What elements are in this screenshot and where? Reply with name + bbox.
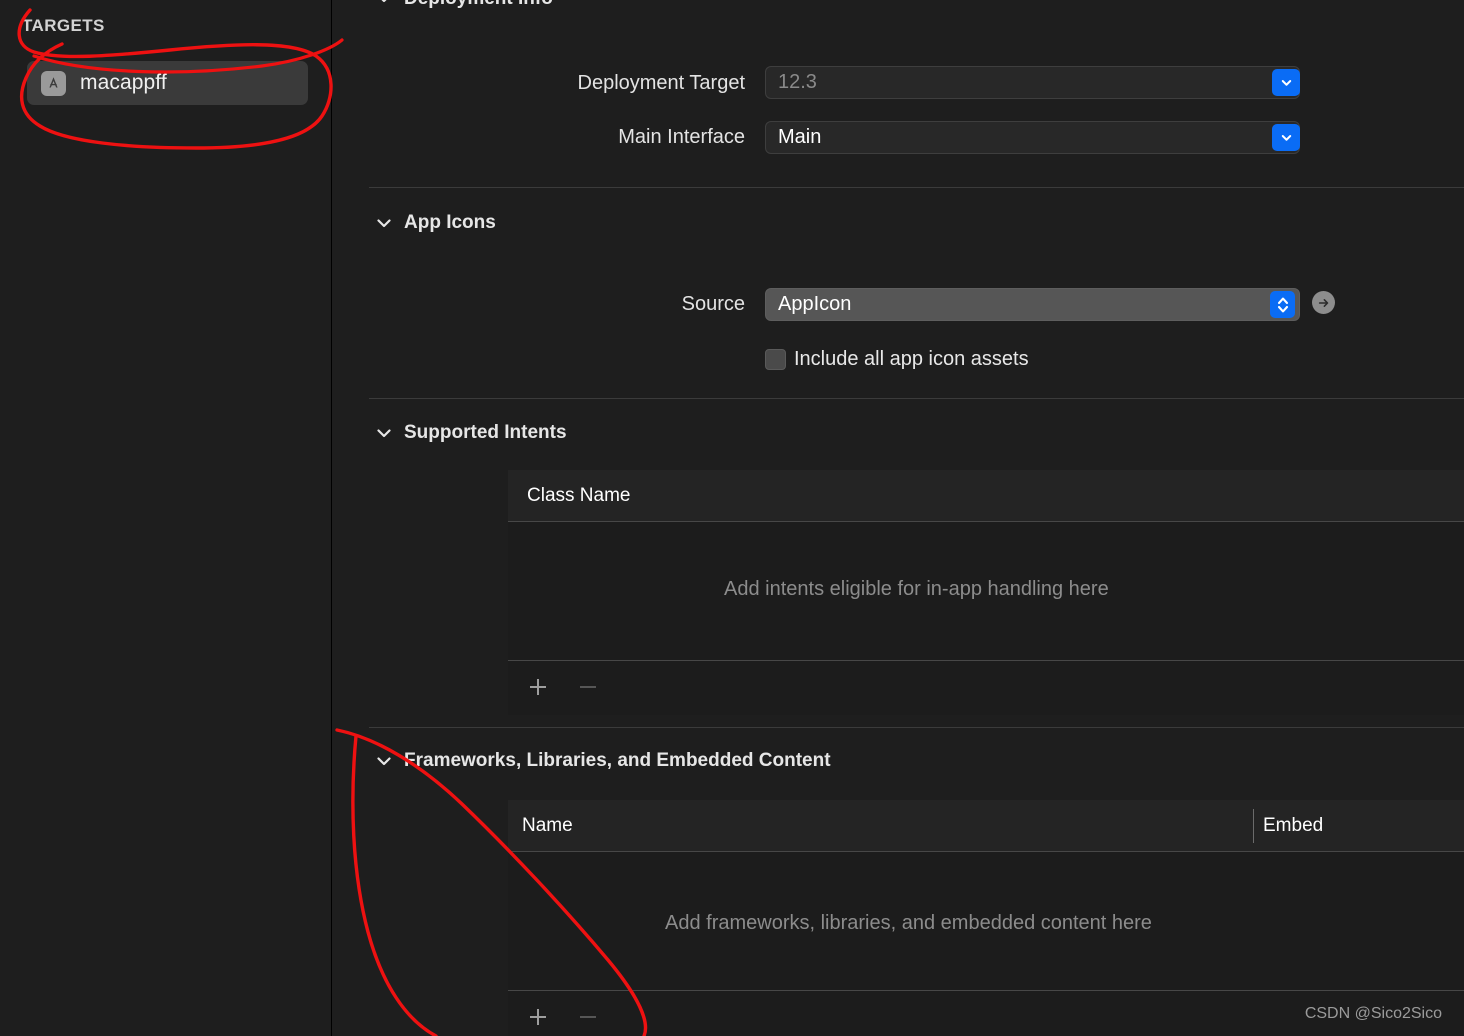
frameworks-header-rule: [508, 851, 1464, 852]
app-store-icon: [41, 70, 66, 96]
column-header-name[interactable]: Name: [522, 815, 573, 837]
main-interface-label: Main Interface: [618, 126, 745, 148]
section-divider-1: [369, 187, 1464, 188]
remove-framework-button[interactable]: [575, 1004, 601, 1030]
settings-panel: Deployment Info Deployment Target 12.3 M…: [333, 0, 1464, 1036]
column-header-embed[interactable]: Embed: [1263, 815, 1323, 837]
section-divider-2: [369, 398, 1464, 399]
frameworks-empty-message: Add frameworks, libraries, and embedded …: [665, 912, 1152, 934]
deployment-target-input[interactable]: 12.3: [765, 66, 1300, 99]
section-title-deployment-info: Deployment Info: [404, 0, 553, 10]
section-divider-3: [369, 727, 1464, 728]
disclosure-triangle-supported-intents[interactable]: [374, 423, 394, 443]
include-all-app-icon-assets-checkbox[interactable]: [765, 349, 786, 370]
app-icon-source-up-down-stepper-icon[interactable]: [1270, 291, 1295, 318]
remove-intent-button[interactable]: [575, 674, 601, 700]
deployment-target-chevron-down-button[interactable]: [1272, 69, 1300, 96]
supported-intents-empty-message: Add intents eligible for in-app handling…: [724, 578, 1109, 600]
main-interface-input[interactable]: Main: [765, 121, 1300, 154]
column-header-class-name[interactable]: Class Name: [527, 485, 630, 507]
disclosure-triangle-deployment-info[interactable]: [374, 0, 394, 8]
table-header-rule: [508, 521, 1464, 522]
arrow-right-circle-icon[interactable]: [1312, 291, 1335, 314]
frameworks-table: Name Embed Add frameworks, libraries, an…: [508, 800, 1464, 1036]
app-icon-source-select[interactable]: AppIcon: [765, 288, 1300, 321]
column-separator[interactable]: [1253, 809, 1254, 843]
main-interface-chevron-down-button[interactable]: [1272, 124, 1300, 151]
targets-section-header: TARGETS: [22, 16, 105, 35]
xcode-target-editor: TARGETS macappff Deployment Info Deploym: [0, 0, 1464, 1036]
disclosure-triangle-app-icons[interactable]: [374, 213, 394, 233]
include-all-app-icon-assets-label: Include all app icon assets: [794, 348, 1029, 370]
watermark: CSDN @Sico2Sico: [1304, 1005, 1442, 1022]
sidebar-item-label: macappff: [80, 71, 167, 94]
disclosure-triangle-frameworks[interactable]: [374, 751, 394, 771]
supported-intents-table-header: [508, 470, 1464, 521]
app-icon-source-label: Source: [681, 293, 745, 315]
section-title-app-icons: App Icons: [404, 212, 496, 233]
deployment-target-label: Deployment Target: [577, 72, 746, 94]
sidebar-item-macappff[interactable]: macappff: [27, 61, 308, 105]
targets-sidebar: TARGETS macappff: [0, 0, 332, 1036]
section-title-frameworks: Frameworks, Libraries, and Embedded Cont…: [404, 750, 831, 771]
section-title-supported-intents: Supported Intents: [404, 422, 567, 443]
add-intent-button[interactable]: [525, 674, 551, 700]
supported-intents-toolbar: [508, 660, 1464, 715]
supported-intents-table: Class Name Add intents eligible for in-a…: [508, 470, 1464, 715]
add-framework-button[interactable]: [525, 1004, 551, 1030]
